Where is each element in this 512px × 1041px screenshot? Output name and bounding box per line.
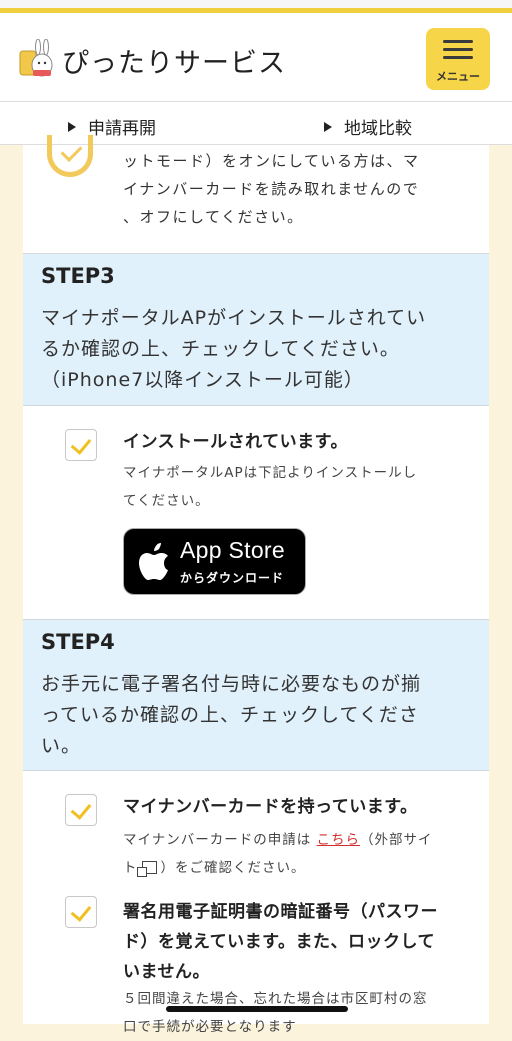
- step3-title: STEP3: [41, 264, 115, 288]
- menu-button[interactable]: メニュー: [426, 28, 490, 90]
- hamburger-icon: [443, 40, 473, 43]
- app-store-download-button[interactable]: App Store からダウンロード: [123, 528, 306, 595]
- step4-body: マイナンバーカードを持っています。 マイナンバーカードの申請は こちら（外部サイ…: [23, 771, 489, 1035]
- step3-header: STEP3 マイナポータルAPがインストールされてい るか確認の上、チェックして…: [23, 254, 489, 406]
- note-text: ットモード）をオンにしている方は、マ イナンバーカードを読み取れませんので 、オ…: [123, 147, 420, 231]
- sub-line: ト ）をご確認ください。: [123, 854, 483, 882]
- step4-line: い。: [41, 735, 82, 757]
- nav-label: 申請再開: [88, 119, 156, 139]
- external-link-icon: [136, 861, 157, 877]
- remembers-pin-checkbox[interactable]: [65, 896, 97, 928]
- installed-checkbox[interactable]: [65, 429, 97, 461]
- menu-label: メニュー: [436, 70, 480, 83]
- mascot-logo-icon[interactable]: [18, 39, 56, 79]
- sub-line: マイナンバーカードの申請は こちら（外部サイ: [123, 826, 483, 854]
- hamburger-bar: [443, 48, 473, 51]
- airplane-mode-note-panel: ットモード）をオンにしている方は、マ イナンバーカードを読み取れませんので 、オ…: [23, 135, 489, 254]
- site-title[interactable]: ぴったりサービス: [62, 41, 286, 80]
- sub-text: マイナンバーカードの申請は: [123, 832, 317, 848]
- sub-line: 口で手続が必要となります: [123, 1019, 297, 1035]
- home-indicator[interactable]: [166, 1006, 348, 1012]
- site-header: ぴったりサービス メニュー: [0, 13, 512, 101]
- has-card-label: マイナンバーカードを持っています。: [123, 797, 418, 817]
- step3-body: インストールされています。 マイナポータルAPは下記よりインストールし てくださ…: [23, 406, 489, 619]
- note-line: イナンバーカードを読み取れませんので: [123, 180, 420, 198]
- hamburger-bar: [443, 56, 473, 59]
- top-accent-line: [0, 0, 512, 13]
- app-store-sublabel: からダウンロード: [180, 571, 285, 585]
- step4-title: STEP4: [41, 630, 115, 654]
- step4-header: STEP4 お手元に電子署名付与時に必要なものが揃 っているか確認の上、チェック…: [23, 619, 489, 771]
- step3-line: マイナポータルAPがインストールされてい: [41, 307, 427, 329]
- play-triangle-icon: [324, 121, 332, 132]
- step4-line: っているか確認の上、チェックしてくださ: [41, 704, 419, 726]
- sub-line: マイナポータルAPは下記よりインストールし: [123, 465, 418, 481]
- apply-here-link[interactable]: こちら: [317, 832, 361, 848]
- label-line: 署名用電子証明書の暗証番号（パスワー: [123, 902, 438, 922]
- step3-line: （iPhone7以降インストール可能）: [41, 369, 364, 391]
- sub-text: ）をご確認ください。: [160, 860, 306, 876]
- nav-label: 地域比較: [344, 119, 412, 139]
- remembers-pin-label: 署名用電子証明書の暗証番号（パスワー ド）を覚えています。また、ロックして いま…: [123, 897, 438, 987]
- sub-text: （外部サイ: [360, 832, 433, 848]
- step4-description: お手元に電子署名付与時に必要なものが揃 っているか確認の上、チェックしてくださ …: [41, 669, 475, 762]
- label-line: ド）を覚えています。また、ロックして: [123, 932, 435, 952]
- apple-icon: [139, 543, 168, 580]
- has-mynumber-card-checkbox[interactable]: [65, 794, 97, 826]
- step4-line: お手元に電子署名付与時に必要なものが揃: [41, 673, 422, 695]
- has-card-sub: マイナンバーカードの申請は こちら（外部サイ ト ）をご確認ください。: [123, 826, 483, 882]
- remembers-pin-sub: ５回間違えた場合、忘れた場合は市区町村の窓 口で手続が必要となります: [123, 985, 428, 1041]
- app-store-label: App Store: [180, 537, 285, 563]
- sub-text: ト: [123, 860, 138, 876]
- installed-sub: マイナポータルAPは下記よりインストールし てください。: [123, 459, 417, 515]
- play-triangle-icon: [68, 121, 76, 132]
- nav-region-compare[interactable]: 地域比較: [324, 114, 412, 139]
- sub-line: てください。: [123, 493, 210, 509]
- note-line: 、オフにしてください。: [123, 208, 304, 226]
- note-line: ットモード）をオンにしている方は、マ: [123, 152, 420, 170]
- step3-line: るか確認の上、チェックしてください。: [41, 338, 400, 360]
- label-line: いません。: [123, 962, 210, 982]
- step3-description: マイナポータルAPがインストールされてい るか確認の上、チェックしてください。 …: [41, 303, 475, 396]
- installed-label: インストールされています。: [123, 432, 348, 452]
